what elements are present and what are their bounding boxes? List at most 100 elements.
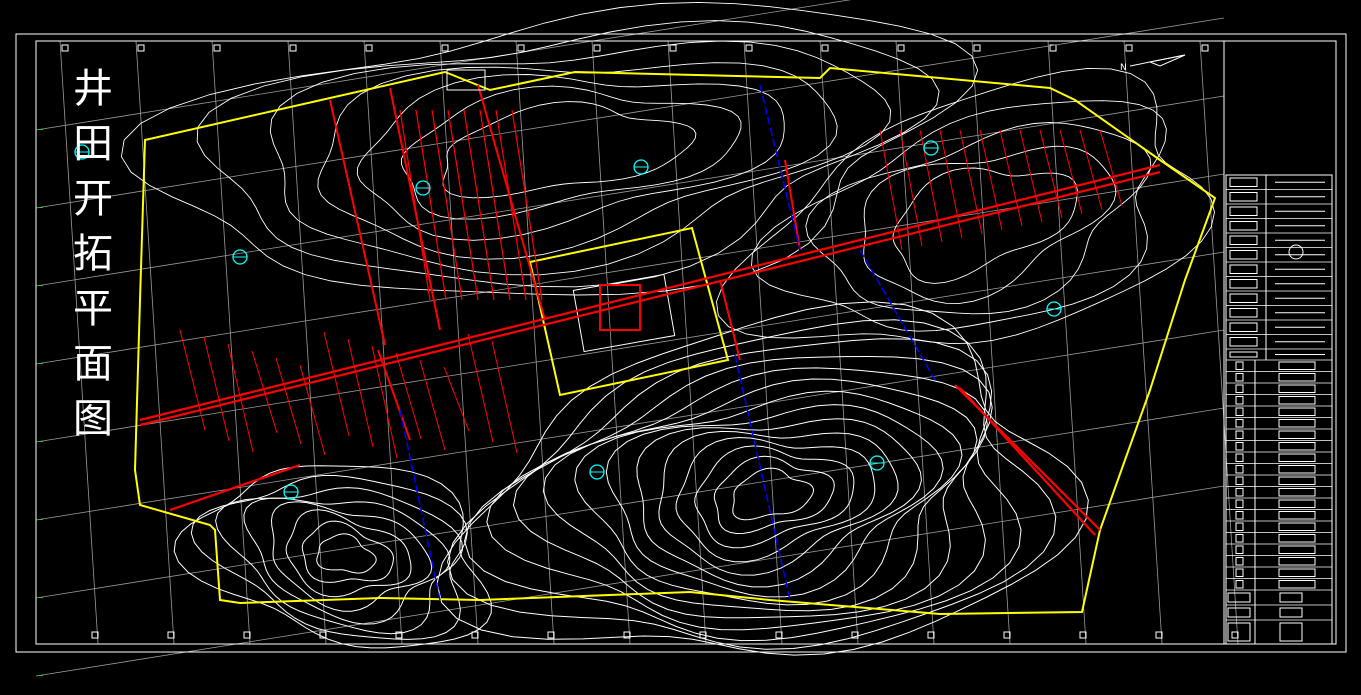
working-face-line [1079,129,1103,211]
legend-label-box [1278,407,1316,416]
grid-marker [973,44,981,52]
grid-marker [593,44,601,52]
contour-line [356,74,785,241]
working-face-line [419,359,446,451]
legend-number-box [1235,465,1244,474]
legend-label-box [1278,511,1316,520]
working-face-line [479,109,511,301]
title-char: 图 [73,396,113,442]
working-face-line [203,336,230,442]
legend-label-box [1278,476,1316,485]
legend-label-box [1229,279,1258,289]
legend-number-box [1235,557,1244,566]
title-block-box [1279,592,1303,603]
legend-number-box [1235,373,1244,382]
legend-number-box [1235,476,1244,485]
fault-line [859,249,936,381]
legend-label-box [1278,430,1316,439]
industrial-site-boundary [528,226,730,397]
roadway [329,99,386,346]
shaft-bottom-roadway [599,284,641,331]
legend-label-box [1278,580,1316,589]
legend-label-box [1229,264,1258,274]
title-block-box [1279,607,1303,618]
grid-line-vertical [211,40,251,645]
grid-line-horizontal [35,407,1225,599]
grid-marker [441,44,449,52]
working-face-line [299,364,326,456]
grid-label: ~ [38,438,44,446]
grid-marker [1125,44,1133,52]
roadway [389,87,441,331]
working-face-line [463,109,495,301]
legend-label-box [1229,308,1258,318]
title-char: 面 [73,341,113,387]
working-face-line [395,352,422,440]
legend-label-box [1229,322,1258,332]
legend-label-box [1278,361,1316,370]
grid-marker [213,44,221,52]
legend-label-box [1278,419,1316,428]
legend-label-box [1278,499,1316,508]
legend-label-box [1229,221,1258,231]
grid-marker [897,44,905,52]
roadway [139,163,1161,422]
north-label: N [1120,63,1127,73]
title-block-box [1227,607,1251,618]
contour-line [400,85,742,220]
legend-number-box [1235,419,1244,428]
legend-number-box [1235,453,1244,462]
contour-line [215,487,463,635]
legend-number-box [1235,396,1244,405]
grid-marker [289,44,297,52]
fault-line [759,84,801,251]
legend-number-box [1235,442,1244,451]
contour-line [542,378,978,612]
grid-label: ~ [38,594,44,602]
fault-line [399,409,441,601]
legend-table [1225,174,1333,645]
legend-label-box [1229,235,1258,245]
legend-label-box [1278,453,1316,462]
grid-marker [669,44,677,52]
grid-line-vertical [819,40,859,645]
contour-lines [120,1,1215,656]
contour-line [316,533,377,574]
grid-line-vertical [1199,40,1239,645]
legend-number-box [1235,511,1244,520]
grid-line-vertical [1123,40,1163,645]
borehole-markers [74,140,1062,500]
legend-label-box [1229,192,1258,202]
grid-marker [517,44,525,52]
working-face-line [275,357,302,445]
legend-label-box [1278,396,1316,405]
title-block-box [1227,592,1251,603]
working-face-line [443,366,470,432]
legend-label-box [1229,351,1258,358]
legend-label-box [1229,206,1258,216]
grid-marker [137,44,145,52]
grid-line-horizontal [35,173,1225,365]
drawing-title: 井 田 开 拓 平 面 图 [68,62,118,447]
grid-line-horizontal [35,485,1225,677]
north-arrow: N [1120,54,1186,73]
title-char: 平 [73,286,113,332]
working-face-line [939,129,963,239]
legend-label-box [1278,488,1316,497]
grid-line-vertical [363,40,403,645]
legend-label-box [1278,557,1316,566]
title-char: 开 [73,176,113,222]
title-char: 拓 [73,231,113,277]
legend-label-box [1278,384,1316,393]
working-face-line [1019,129,1043,223]
legend-label-box [1278,545,1316,554]
legend-number-box [1235,545,1244,554]
legend-number-box [1235,407,1244,416]
working-face-line [447,109,479,301]
legend-number-box [1235,488,1244,497]
grid-line-vertical [667,40,707,645]
legend-number-box [1235,430,1244,439]
coordinate-grid: ~ ~ ~ ~ ~ ~ ~ ~ [35,0,1239,680]
grid-line-vertical [743,40,783,645]
grid-line-horizontal [35,0,852,131]
